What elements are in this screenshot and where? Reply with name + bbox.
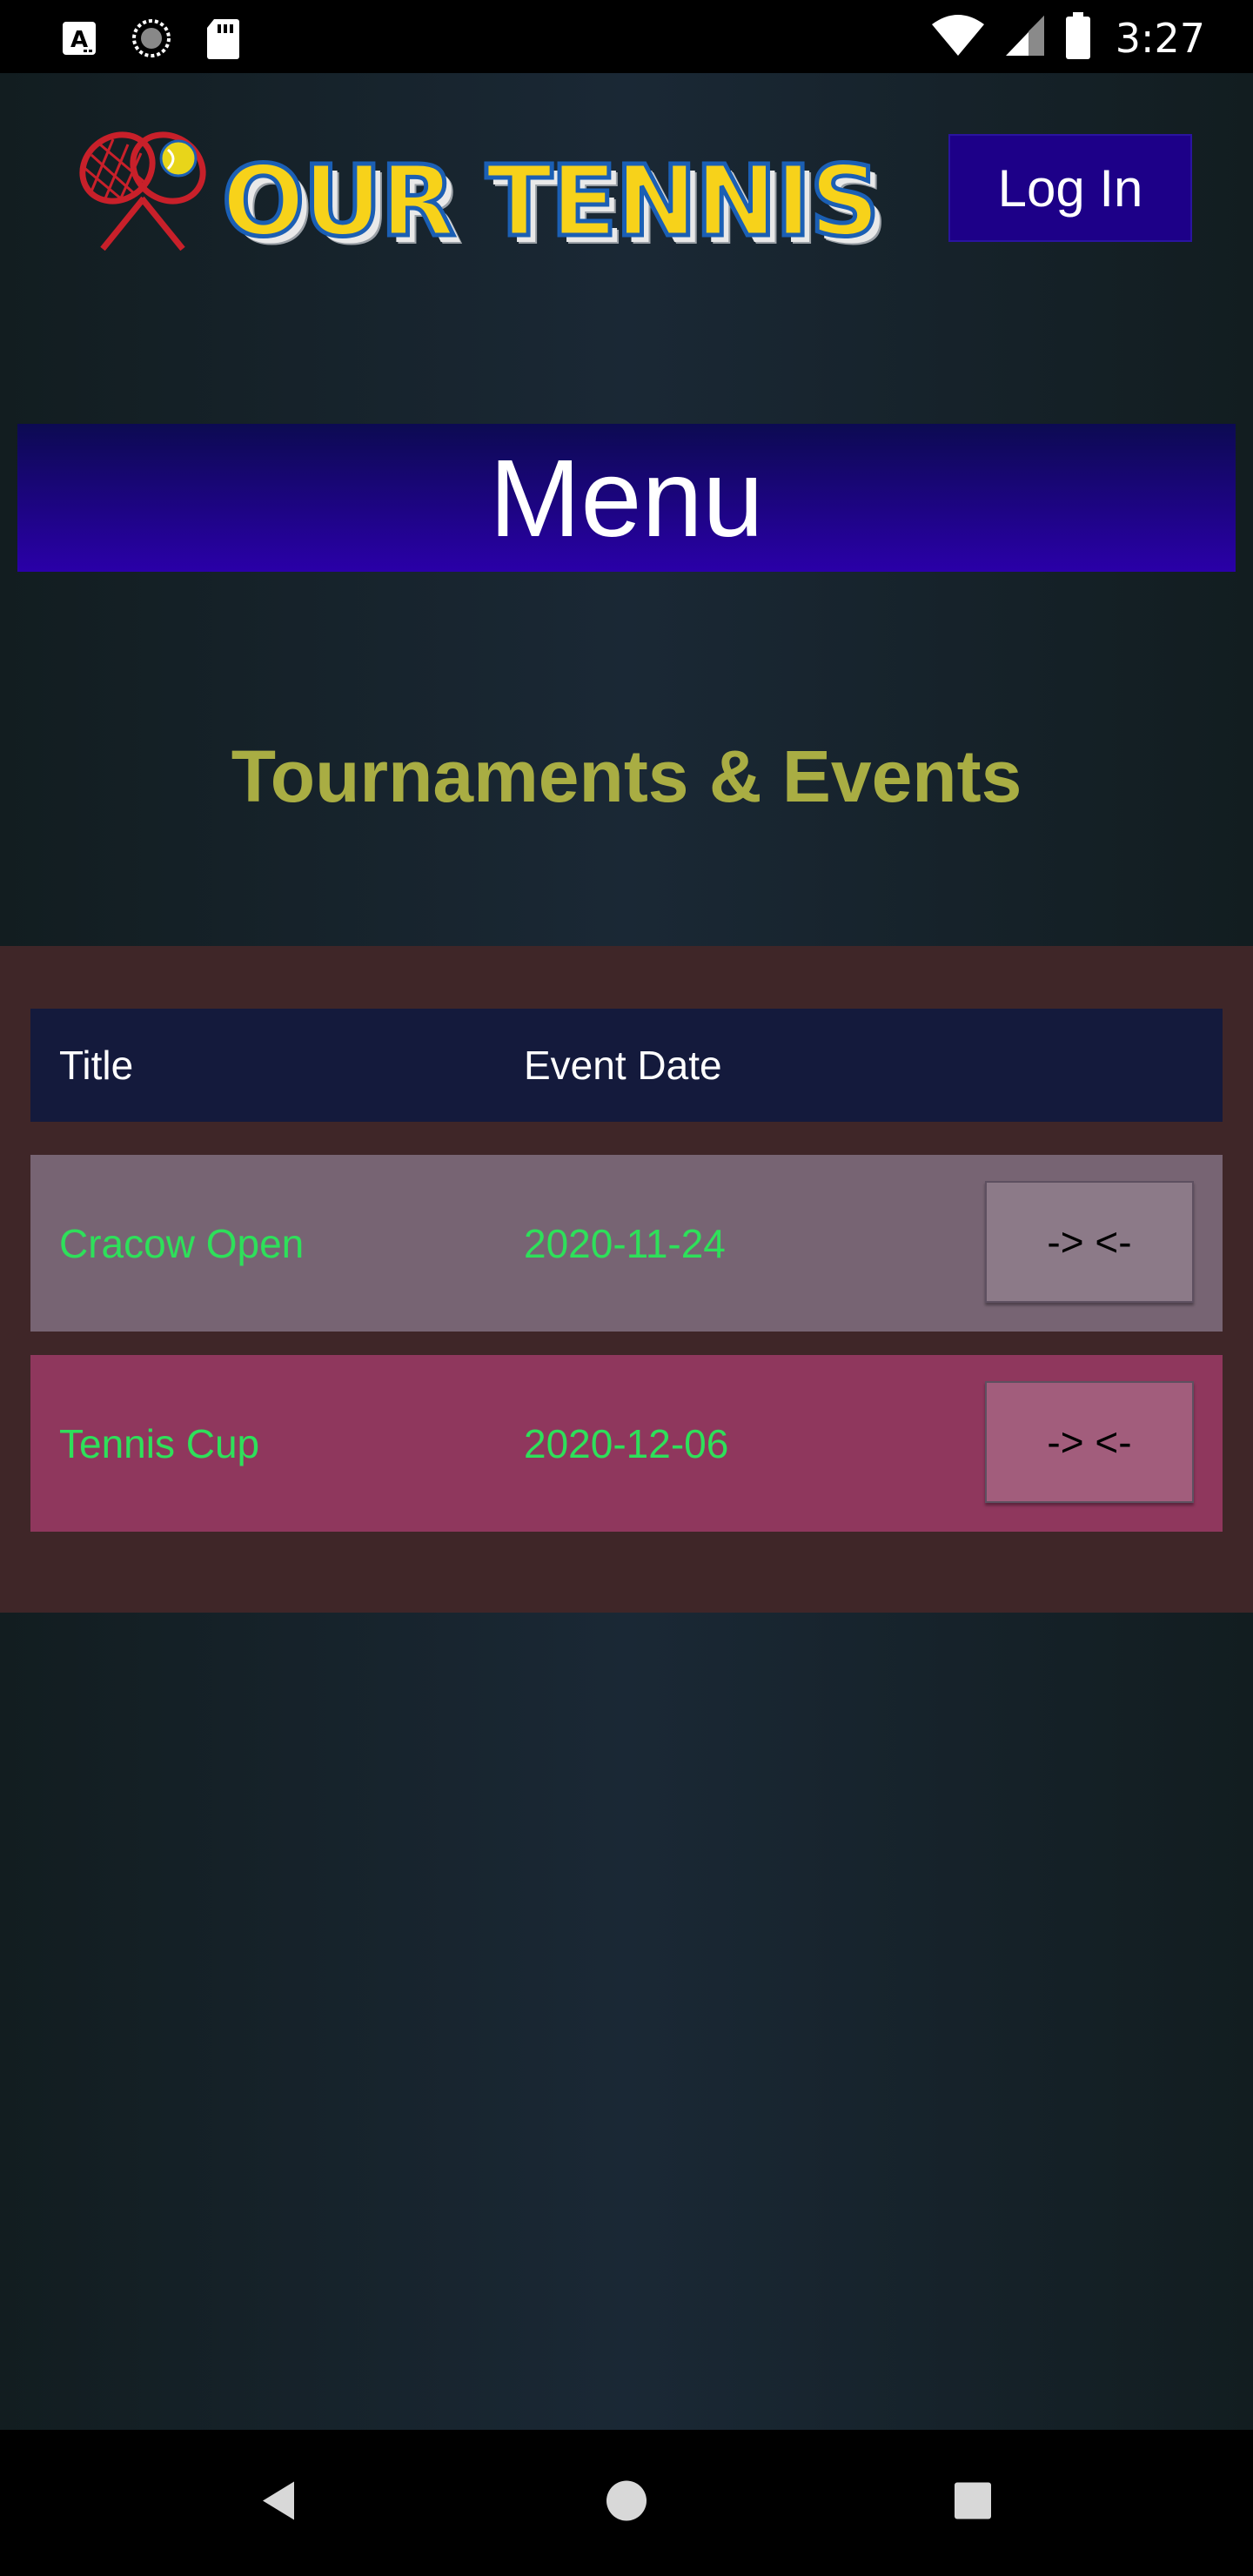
table-row: Tennis Cup 2020-12-06 -> <- bbox=[30, 1355, 1223, 1532]
column-header-event-date: Event Date bbox=[524, 1043, 722, 1088]
table-header: Title Event Date bbox=[30, 1009, 1223, 1122]
header: OUR TENNIS Log In bbox=[0, 73, 1253, 291]
event-action-button[interactable]: -> <- bbox=[985, 1181, 1194, 1303]
sync-icon bbox=[131, 17, 172, 64]
svg-text:A: A bbox=[70, 27, 88, 53]
event-date: 2020-11-24 bbox=[524, 1220, 726, 1266]
app-content: OUR TENNIS Log In Menu Tournaments & Eve… bbox=[0, 73, 1253, 2430]
back-icon[interactable] bbox=[259, 2479, 298, 2527]
status-time: 3:27 bbox=[1115, 14, 1205, 62]
table-row: Cracow Open 2020-11-24 -> <- bbox=[30, 1155, 1223, 1332]
section-title: Tournaments & Events bbox=[231, 735, 1022, 817]
cell-signal-icon bbox=[1004, 14, 1046, 62]
sd-card-icon bbox=[205, 17, 240, 64]
event-title: Tennis Cup bbox=[59, 1420, 260, 1466]
recents-icon[interactable] bbox=[954, 2482, 992, 2525]
a-notification-icon: A bbox=[61, 20, 97, 61]
navigation-bar bbox=[0, 2430, 1253, 2576]
events-table: Title Event Date Cracow Open 2020-11-24 … bbox=[0, 946, 1253, 1613]
logo-text: OUR TENNIS bbox=[219, 145, 881, 258]
phone-screen: A 3:27 OUR TENNIS Log In Menu Tournament… bbox=[0, 0, 1253, 2576]
tennis-rackets-icon bbox=[79, 131, 206, 251]
login-button[interactable]: Log In bbox=[948, 134, 1192, 242]
event-date: 2020-12-06 bbox=[524, 1420, 729, 1466]
battery-icon bbox=[1065, 12, 1091, 64]
event-title: Cracow Open bbox=[59, 1220, 305, 1266]
wifi-icon bbox=[931, 14, 985, 62]
column-header-title: Title bbox=[59, 1043, 134, 1088]
home-icon[interactable] bbox=[605, 2479, 648, 2527]
event-action-button[interactable]: -> <- bbox=[985, 1381, 1194, 1503]
status-bar: A 3:27 bbox=[0, 0, 1253, 73]
menu-button[interactable]: Menu bbox=[17, 424, 1236, 572]
